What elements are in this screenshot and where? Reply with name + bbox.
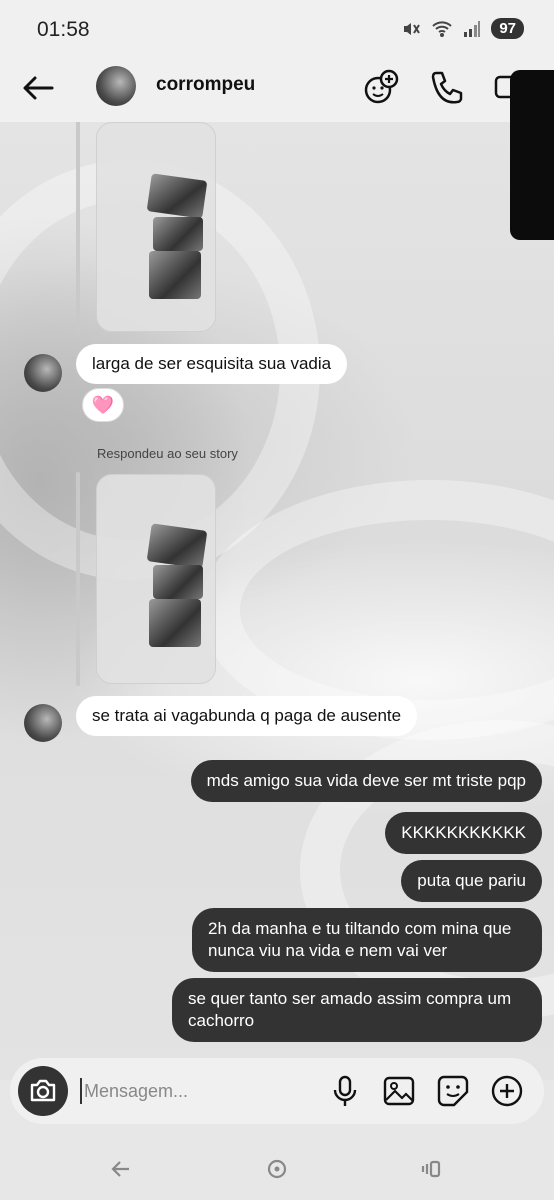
- face-add-icon[interactable]: [362, 68, 400, 106]
- outgoing-message[interactable]: se quer tanto ser amado assim compra um …: [172, 978, 542, 1042]
- story-photo: [146, 173, 208, 219]
- story-photo: [149, 251, 201, 299]
- chat-header: corrompeu: [0, 60, 554, 122]
- camera-button[interactable]: [18, 1066, 68, 1116]
- plus-icon[interactable]: [490, 1074, 524, 1108]
- back-arrow-icon[interactable]: [20, 70, 56, 106]
- status-bar: 01:58 97: [0, 0, 554, 60]
- nav-home-icon[interactable]: [266, 1158, 288, 1180]
- nav-recents-icon[interactable]: [420, 1158, 442, 1180]
- sender-avatar[interactable]: [24, 704, 62, 742]
- message-input[interactable]: [80, 1078, 310, 1104]
- camera-icon: [30, 1079, 56, 1102]
- story-preview[interactable]: [96, 122, 216, 332]
- floating-overlay: [510, 70, 554, 240]
- reply-line: [76, 120, 80, 334]
- reply-line: [76, 472, 80, 686]
- story-photo: [153, 217, 203, 251]
- story-photo: [149, 599, 201, 647]
- outgoing-message[interactable]: puta que pariu: [401, 860, 542, 902]
- reply-caption: Respondeu ao seu story: [97, 446, 238, 461]
- status-icons: 97: [401, 18, 524, 39]
- message-composer: [10, 1058, 544, 1124]
- story-bottom-bar: [107, 665, 207, 675]
- story-bottom-bar: [107, 313, 207, 323]
- contact-name[interactable]: corrompeu: [156, 74, 255, 96]
- sender-avatar[interactable]: [24, 354, 62, 392]
- image-icon[interactable]: [382, 1074, 416, 1108]
- wifi-icon: [432, 20, 453, 37]
- outgoing-message[interactable]: 2h da manha e tu tiltando com mina que n…: [192, 908, 542, 972]
- nav-back-icon[interactable]: [110, 1158, 132, 1180]
- sticker-icon[interactable]: [436, 1074, 470, 1108]
- system-nav-bar: [0, 1130, 554, 1200]
- battery-level: 97: [491, 18, 524, 39]
- status-time: 01:58: [37, 18, 90, 41]
- signal-icon: [464, 20, 481, 37]
- microphone-icon[interactable]: [328, 1074, 362, 1108]
- outgoing-message[interactable]: mds amigo sua vida deve ser mt triste pq…: [190, 760, 542, 802]
- phone-icon[interactable]: [428, 68, 466, 106]
- message-reaction[interactable]: 🩷: [82, 388, 124, 422]
- outgoing-message[interactable]: KKKKKKKKKKK: [385, 812, 542, 854]
- incoming-message[interactable]: larga de ser esquisita sua vadia: [76, 344, 348, 384]
- story-preview[interactable]: [96, 474, 216, 684]
- story-photo: [146, 523, 208, 569]
- contact-avatar[interactable]: [96, 66, 136, 106]
- story-photo: [153, 565, 203, 599]
- message-list[interactable]: larga de ser esquisita sua vadia 🩷 Respo…: [0, 120, 554, 1060]
- incoming-message[interactable]: se trata ai vagabunda q paga de ausente: [76, 696, 418, 736]
- mute-icon: [404, 22, 421, 35]
